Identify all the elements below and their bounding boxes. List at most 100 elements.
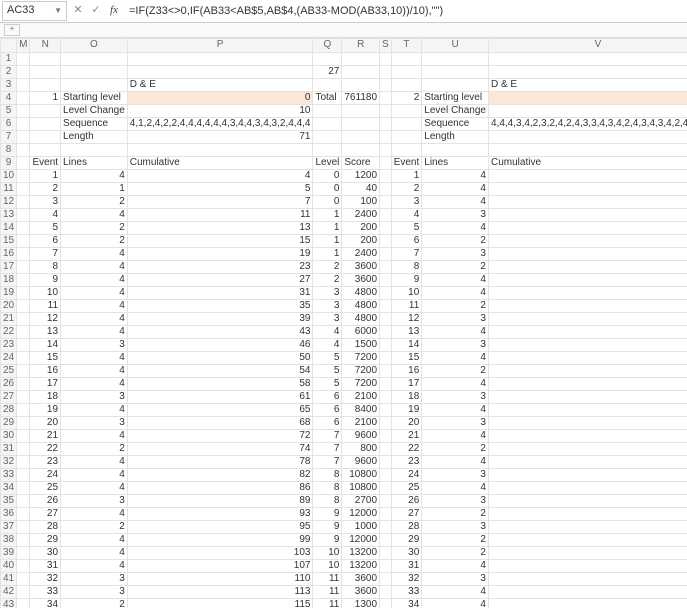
cell-S9[interactable] — [380, 156, 392, 169]
cell-T4[interactable]: 2 — [391, 91, 422, 104]
cell-V4[interactable]: 0 — [488, 91, 687, 104]
cell-O11[interactable]: 1 — [61, 182, 128, 195]
cell-R36[interactable]: 12000 — [342, 507, 380, 520]
cell-S24[interactable] — [380, 351, 392, 364]
cell-M41[interactable] — [17, 572, 30, 585]
cell-R4[interactable]: 761180 — [342, 91, 380, 104]
cell-S31[interactable] — [380, 442, 392, 455]
cell-U8[interactable] — [422, 143, 489, 156]
cell-N21[interactable]: 12 — [30, 312, 61, 325]
cell-V23[interactable]: 46 — [488, 338, 687, 351]
cell-S36[interactable] — [380, 507, 392, 520]
row-header-16[interactable]: 16 — [1, 247, 17, 260]
cell-P29[interactable]: 68 — [127, 416, 313, 429]
cell-R23[interactable]: 1500 — [342, 338, 380, 351]
cell-V19[interactable]: 34 — [488, 286, 687, 299]
cell-Q42[interactable]: 11 — [313, 585, 342, 598]
cell-P18[interactable]: 27 — [127, 273, 313, 286]
cell-M18[interactable] — [17, 273, 30, 286]
cell-R16[interactable]: 2400 — [342, 247, 380, 260]
row-header-20[interactable]: 20 — [1, 299, 17, 312]
cell-S39[interactable] — [380, 546, 392, 559]
cell-O15[interactable]: 2 — [61, 234, 128, 247]
cell-V6[interactable]: 4,4,4,3,4,2,3,2,4,2,4,3,3,4,3,4,2,4,3,4,… — [488, 117, 687, 130]
cell-R31[interactable]: 800 — [342, 442, 380, 455]
cell-O19[interactable]: 4 — [61, 286, 128, 299]
cell-T30[interactable]: 21 — [391, 429, 422, 442]
col-header-N[interactable]: N — [30, 39, 61, 53]
cell-P37[interactable]: 95 — [127, 520, 313, 533]
cell-S10[interactable] — [380, 169, 392, 182]
cell-R27[interactable]: 2100 — [342, 390, 380, 403]
cell-M27[interactable] — [17, 390, 30, 403]
col-header-U[interactable]: U — [422, 39, 489, 53]
cell-P19[interactable]: 31 — [127, 286, 313, 299]
cell-S30[interactable] — [380, 429, 392, 442]
cell-T31[interactable]: 22 — [391, 442, 422, 455]
cell-S27[interactable] — [380, 390, 392, 403]
cell-T7[interactable] — [391, 130, 422, 143]
row-header-23[interactable]: 23 — [1, 338, 17, 351]
cell-P42[interactable]: 113 — [127, 585, 313, 598]
cell-M10[interactable] — [17, 169, 30, 182]
cell-Q25[interactable]: 5 — [313, 364, 342, 377]
cell-U40[interactable]: 4 — [422, 559, 489, 572]
cell-U28[interactable]: 4 — [422, 403, 489, 416]
cell-M6[interactable] — [17, 117, 30, 130]
cell-U13[interactable]: 3 — [422, 208, 489, 221]
cell-V28[interactable]: 63 — [488, 403, 687, 416]
cell-P17[interactable]: 23 — [127, 260, 313, 273]
cell-P26[interactable]: 58 — [127, 377, 313, 390]
cell-P34[interactable]: 86 — [127, 481, 313, 494]
row-header-11[interactable]: 11 — [1, 182, 17, 195]
cell-M36[interactable] — [17, 507, 30, 520]
cell-N23[interactable]: 14 — [30, 338, 61, 351]
cell-S7[interactable] — [380, 130, 392, 143]
fx-icon[interactable]: fx — [105, 2, 123, 20]
cell-M43[interactable] — [17, 598, 30, 608]
cell-P27[interactable]: 61 — [127, 390, 313, 403]
name-box[interactable]: AC33 ▼ — [2, 1, 67, 21]
cell-P24[interactable]: 50 — [127, 351, 313, 364]
cell-O18[interactable]: 4 — [61, 273, 128, 286]
cell-S25[interactable] — [380, 364, 392, 377]
cell-S5[interactable] — [380, 104, 392, 117]
cell-S22[interactable] — [380, 325, 392, 338]
cell-N20[interactable]: 11 — [30, 299, 61, 312]
accept-icon[interactable]: ✓ — [87, 2, 105, 20]
cell-R34[interactable]: 10800 — [342, 481, 380, 494]
chevron-down-icon[interactable]: ▼ — [54, 6, 62, 16]
cell-V37[interactable]: 91 — [488, 520, 687, 533]
cell-P30[interactable]: 72 — [127, 429, 313, 442]
worksheet-grid[interactable]: MNOPQRSTUVWXYZAAABACADA 122728293D & ED … — [0, 38, 687, 608]
cell-O12[interactable]: 2 — [61, 195, 128, 208]
cell-M1[interactable] — [17, 52, 30, 65]
cell-P1[interactable] — [127, 52, 313, 65]
cell-T32[interactable]: 23 — [391, 455, 422, 468]
cell-O20[interactable]: 4 — [61, 299, 128, 312]
cell-U2[interactable] — [422, 65, 489, 78]
cell-T18[interactable]: 9 — [391, 273, 422, 286]
cell-V2[interactable] — [488, 65, 687, 78]
row-header-4[interactable]: 4 — [1, 91, 17, 104]
row-header-9[interactable]: 9 — [1, 156, 17, 169]
cell-Q35[interactable]: 8 — [313, 494, 342, 507]
cell-N39[interactable]: 30 — [30, 546, 61, 559]
row-header-13[interactable]: 13 — [1, 208, 17, 221]
cell-V14[interactable]: 19 — [488, 221, 687, 234]
cell-P4[interactable]: 0 — [127, 91, 313, 104]
col-header-Q[interactable]: Q — [313, 39, 342, 53]
cell-Q27[interactable]: 6 — [313, 390, 342, 403]
cell-M12[interactable] — [17, 195, 30, 208]
row-header-12[interactable]: 12 — [1, 195, 17, 208]
cell-O40[interactable]: 4 — [61, 559, 128, 572]
cell-M17[interactable] — [17, 260, 30, 273]
cell-U37[interactable]: 3 — [422, 520, 489, 533]
cell-P5[interactable]: 10 — [127, 104, 313, 117]
cell-S4[interactable] — [380, 91, 392, 104]
cell-O7[interactable]: Length — [61, 130, 128, 143]
cell-S12[interactable] — [380, 195, 392, 208]
cell-T20[interactable]: 11 — [391, 299, 422, 312]
cell-M24[interactable] — [17, 351, 30, 364]
cell-O30[interactable]: 4 — [61, 429, 128, 442]
